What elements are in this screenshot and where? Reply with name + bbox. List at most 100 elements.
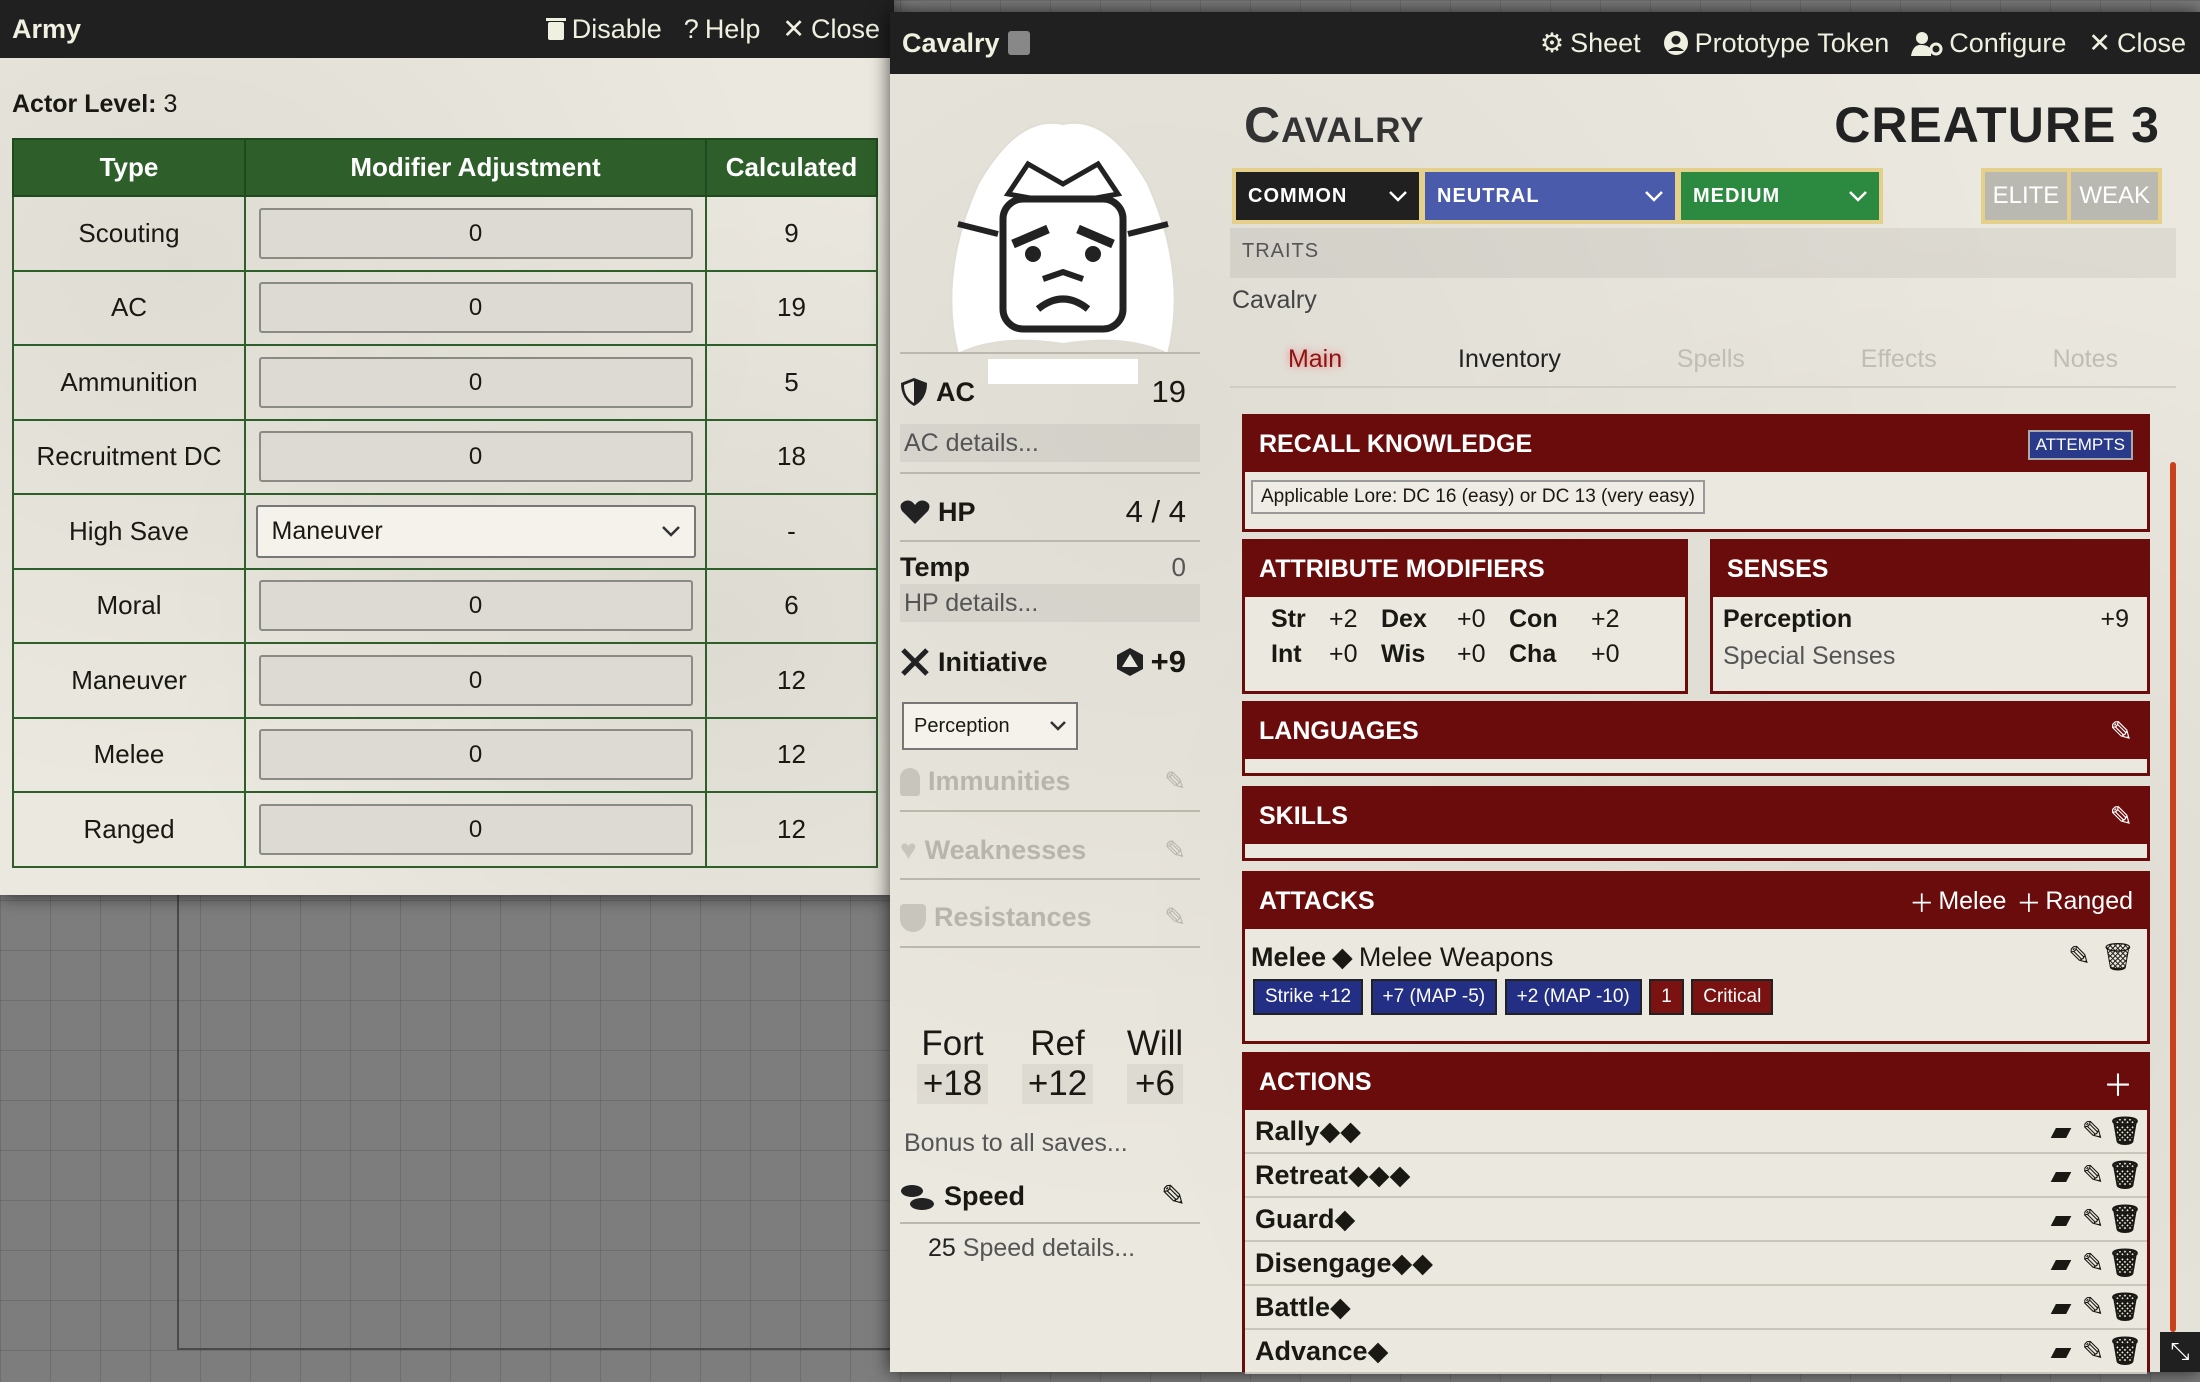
edit-icon[interactable]: ✎ — [2081, 1248, 2105, 1278]
list-item[interactable]: Retreat ◆◆◆ ▰ ✎ 🗑 — [1245, 1154, 2147, 1198]
critical-button[interactable]: Critical — [1691, 979, 1774, 1015]
add-melee-button[interactable]: ＋ Melee — [1909, 884, 2006, 920]
chat-icon[interactable]: ▰ — [2049, 1336, 2073, 1366]
damage-button[interactable]: 1 — [1649, 979, 1684, 1015]
disable-button[interactable]: Disable — [545, 14, 662, 45]
trash-icon[interactable]: 🗑 — [2108, 1292, 2142, 1322]
scouting-adjust-input[interactable]: 0 — [258, 207, 693, 259]
elite-button[interactable]: ELITE — [1984, 172, 2068, 220]
cha-value[interactable]: +0 — [1591, 640, 1631, 669]
chat-icon[interactable]: ▰ — [2049, 1248, 2073, 1278]
con-value[interactable]: +2 — [1591, 605, 1631, 634]
gear-icon: ⚙ — [1539, 27, 1565, 58]
heart-icon — [900, 500, 930, 524]
add-action-button[interactable]: ＋ — [2103, 1061, 2133, 1105]
moral-adjust-input[interactable]: 0 — [258, 580, 693, 632]
tab-effects[interactable]: Effects — [1861, 345, 1937, 374]
list-item[interactable]: Advance ◆ ▰ ✎ 🗑 — [1245, 1330, 2147, 1374]
wis-value[interactable]: +0 — [1457, 640, 1509, 669]
document-id-icon[interactable] — [1007, 31, 1030, 55]
ammunition-adjust-input[interactable]: 0 — [258, 356, 693, 408]
hp-value[interactable]: 4 / 4 — [1126, 494, 1186, 530]
edit-icon[interactable]: ✎ — [1164, 766, 1186, 797]
trash-icon[interactable]: 🗑 — [2108, 1160, 2142, 1190]
configure-button[interactable]: Configure — [1911, 28, 2066, 59]
tab-spells[interactable]: Spells — [1677, 345, 1745, 374]
chat-icon[interactable]: ▰ — [2049, 1292, 2073, 1322]
edit-icon[interactable]: ✎ — [1164, 835, 1186, 866]
prototype-token-button[interactable]: Prototype Token — [1663, 28, 1889, 59]
creature-portrait[interactable] — [918, 104, 1208, 404]
tab-main[interactable]: Main — [1288, 345, 1342, 374]
edit-icon[interactable]: ✎ — [2068, 941, 2091, 973]
list-item[interactable]: Disengage ◆◆ ▰ ✎ 🗑 — [1245, 1242, 2147, 1286]
add-ranged-button[interactable]: ＋ Ranged — [2016, 884, 2133, 920]
high-save-select[interactable]: Maneuver — [255, 504, 696, 558]
close-button[interactable]: ✕ Close — [2088, 28, 2186, 59]
close-button[interactable]: ✕ Close — [782, 14, 880, 45]
will-save[interactable]: Will +6 — [1126, 1024, 1184, 1104]
list-item[interactable]: Rally ◆◆ ▰ ✎ 🗑 — [1245, 1110, 2147, 1154]
traits-input[interactable]: Cavalry — [1232, 286, 1317, 315]
edit-icon[interactable]: ✎ — [1161, 1179, 1186, 1214]
trash-icon[interactable]: 🗑 — [2108, 1204, 2142, 1234]
chat-icon[interactable]: ▰ — [2049, 1204, 2073, 1234]
sheet-button[interactable]: ⚙ Sheet — [1540, 28, 1641, 59]
tab-notes[interactable]: Notes — [2053, 345, 2118, 374]
melee-adjust-input[interactable]: 0 — [258, 729, 693, 781]
strike-map2-button[interactable]: +2 (MAP -10) — [1504, 979, 1642, 1015]
edit-icon[interactable]: ✎ — [2081, 1292, 2105, 1322]
recruitment-dc-adjust-input[interactable]: 0 — [258, 431, 693, 483]
edit-icon[interactable]: ✎ — [2081, 1336, 2105, 1366]
trash-icon[interactable]: 🗑 — [2101, 941, 2135, 973]
temp-hp-input[interactable]: 0 — [1172, 552, 1186, 583]
edit-icon[interactable]: ✎ — [1164, 902, 1186, 933]
ref-save[interactable]: Ref +12 — [1021, 1024, 1094, 1104]
hp-details-input[interactable]: HP details... — [900, 584, 1200, 622]
edit-icon[interactable]: ✎ — [2081, 1204, 2105, 1234]
scrollbar[interactable] — [2170, 462, 2176, 1332]
fort-save[interactable]: Fort +18 — [916, 1024, 989, 1104]
save-bonus-input[interactable]: Bonus to all saves... — [900, 1124, 1200, 1162]
ac-details-input[interactable]: AC details... — [900, 424, 1200, 462]
edit-icon[interactable]: ✎ — [2110, 800, 2133, 833]
weak-button[interactable]: WEAK — [2071, 172, 2158, 220]
alignment-select[interactable]: NEUTRAL — [1425, 172, 1675, 220]
size-select[interactable]: MEDIUM — [1681, 172, 1879, 220]
help-button[interactable]: ? Help — [684, 14, 761, 45]
attempts-button[interactable]: ATTEMPTS — [2027, 429, 2133, 460]
edit-icon[interactable]: ✎ — [2110, 715, 2133, 748]
strike-button[interactable]: Strike +12 — [1253, 979, 1364, 1015]
rarity-select[interactable]: COMMON — [1236, 172, 1419, 220]
army-titlebar[interactable]: Army Disable ? Help ✕ Close — [0, 0, 894, 58]
chat-icon[interactable]: ▰ — [2049, 1116, 2073, 1146]
dex-value[interactable]: +0 — [1457, 605, 1509, 634]
d20-icon[interactable] — [1115, 647, 1145, 677]
str-value[interactable]: +2 — [1329, 605, 1381, 634]
trash-icon[interactable]: 🗑 — [2108, 1336, 2142, 1366]
ac-adjust-input[interactable]: 0 — [258, 282, 693, 334]
trash-icon[interactable]: 🗑 — [2108, 1116, 2142, 1146]
tab-inventory[interactable]: Inventory — [1458, 345, 1561, 374]
edit-icon[interactable]: ✎ — [2081, 1116, 2105, 1146]
list-item[interactable]: Guard ◆ ▰ ✎ 🗑 — [1245, 1198, 2147, 1242]
chat-icon[interactable]: ▰ — [2049, 1160, 2073, 1190]
broken-heart-icon: ♥ — [900, 834, 917, 865]
cavalry-titlebar[interactable]: Cavalry ⚙ Sheet Prototype Token Configur… — [890, 12, 2200, 74]
creature-level[interactable]: CREATURE 3 — [1834, 96, 2160, 154]
list-item[interactable]: Battle ◆ ▰ ✎ 🗑 — [1245, 1286, 2147, 1330]
initiative-stat-select[interactable]: Perception — [902, 702, 1078, 750]
speed-value[interactable]: 25 Speed details... — [928, 1234, 1135, 1263]
trash-icon[interactable]: 🗑 — [2108, 1248, 2142, 1278]
ac-value[interactable]: 19 — [1152, 374, 1186, 410]
strike-map1-button[interactable]: +7 (MAP -5) — [1370, 979, 1498, 1015]
maneuver-adjust-input[interactable]: 0 — [258, 654, 693, 706]
int-value[interactable]: +0 — [1329, 640, 1381, 669]
resize-handle-icon[interactable]: ⤡ — [2160, 1332, 2200, 1372]
special-senses-input[interactable]: Special Senses — [1713, 642, 2147, 671]
perception-value[interactable]: +9 — [2100, 605, 2129, 634]
edit-icon[interactable]: ✎ — [2081, 1160, 2105, 1190]
ranged-adjust-input[interactable]: 0 — [258, 803, 693, 855]
attribute-modifiers-panel: ATTRIBUTE MODIFIERS Str +2 Dex +0 Con +2 In… — [1242, 539, 1688, 694]
creature-name[interactable]: Cavalry — [1244, 96, 1425, 154]
